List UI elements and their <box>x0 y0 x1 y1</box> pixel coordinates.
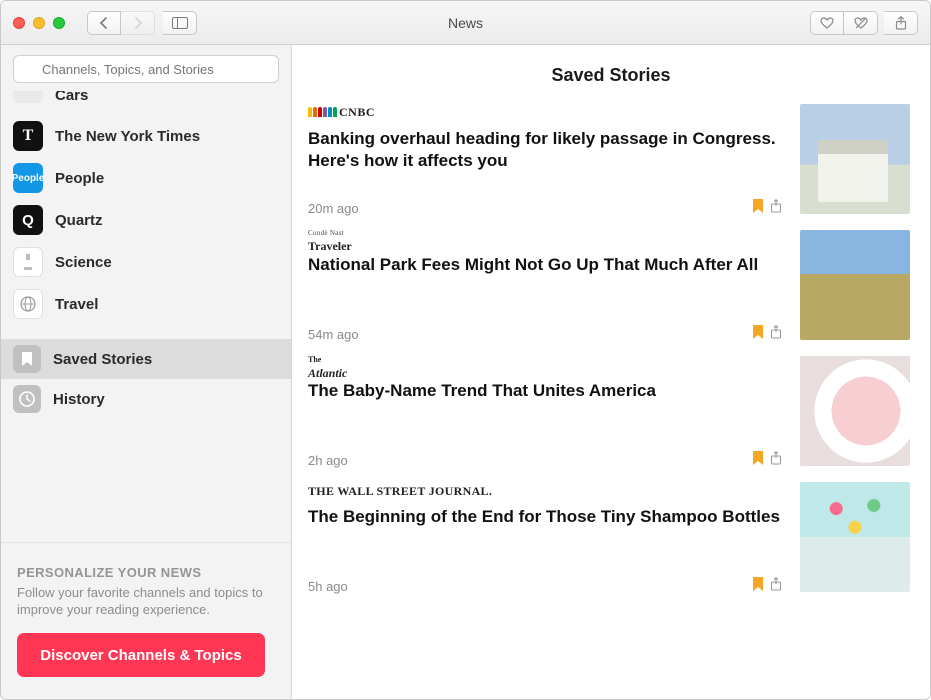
channel-icon: T <box>13 121 43 151</box>
bookmark-icon[interactable] <box>752 577 764 596</box>
bookmark-icon[interactable] <box>752 451 764 470</box>
story-headline: National Park Fees Might Not Go Up That … <box>308 254 782 276</box>
story-list: CNBC Banking overhaul heading for likely… <box>292 104 930 699</box>
back-button[interactable] <box>87 11 121 35</box>
bookmark-icon <box>13 345 41 373</box>
story-headline: Banking overhaul heading for likely pass… <box>308 128 782 172</box>
bookmark-icon[interactable] <box>752 325 764 344</box>
sidebar-item-label: Quartz <box>55 212 103 229</box>
story-thumbnail <box>800 230 910 340</box>
close-window-button[interactable] <box>13 17 25 29</box>
sidebar-item-label: History <box>53 391 105 408</box>
sidebar-item-quartz[interactable]: Q Quartz <box>1 199 291 241</box>
sidebar-item-science[interactable]: Science <box>1 241 291 283</box>
story-item[interactable]: TheAtlantic The Baby-Name Trend That Uni… <box>292 356 930 482</box>
share-icon[interactable] <box>770 577 782 596</box>
sidebar-item-label: Saved Stories <box>53 351 152 368</box>
personalize-title: PERSONALIZE YOUR NEWS <box>17 565 275 580</box>
toggle-sidebar-button[interactable] <box>163 11 197 35</box>
share-icon[interactable] <box>770 451 782 470</box>
titlebar: News <box>1 1 930 45</box>
like-button[interactable] <box>810 11 844 35</box>
story-source: THE WALL STREET JOURNAL. <box>308 482 782 500</box>
personalize-subtitle: Follow your favorite channels and topics… <box>17 584 275 619</box>
sidebar-item-nyt[interactable]: T The New York Times <box>1 115 291 157</box>
sidebar-item-people[interactable]: People People <box>1 157 291 199</box>
content-area: Saved Stories CNBC Bankin <box>292 45 930 699</box>
sidebar-item-saved-stories[interactable]: Saved Stories <box>1 339 291 379</box>
share-icon[interactable] <box>770 325 782 344</box>
channel-icon <box>13 289 43 319</box>
story-timestamp: 54m ago <box>308 327 359 342</box>
sidebar-item-label: Science <box>55 254 112 271</box>
share-button[interactable] <box>884 11 918 35</box>
discover-channels-button[interactable]: Discover Channels & Topics <box>17 633 265 677</box>
story-headline: The Beginning of the End for Those Tiny … <box>308 506 782 528</box>
history-icon <box>13 385 41 413</box>
cnbc-logo-icon <box>308 107 337 117</box>
channel-icon <box>13 247 43 277</box>
minimize-window-button[interactable] <box>33 17 45 29</box>
sidebar-item-label: The New York Times <box>55 128 200 145</box>
story-item[interactable]: Condé NastTraveler National Park Fees Mi… <box>292 230 930 356</box>
channel-icon: People <box>13 163 43 193</box>
channel-icon: Q <box>13 205 43 235</box>
channel-list: Cars T The New York Times People People … <box>1 91 291 542</box>
channel-icon <box>13 91 43 103</box>
search-input[interactable] <box>13 55 279 83</box>
sidebar-item-cars[interactable]: Cars <box>1 91 291 115</box>
story-headline: The Baby-Name Trend That Unites America <box>308 380 782 402</box>
story-timestamp: 2h ago <box>308 453 348 468</box>
story-source: CNBC <box>308 104 782 122</box>
app-window: News <box>0 0 931 700</box>
story-thumbnail <box>800 356 910 466</box>
sidebar-item-label: Cars <box>55 91 88 104</box>
forward-button[interactable] <box>121 11 155 35</box>
sidebar-item-label: Travel <box>55 296 98 313</box>
personalize-panel: PERSONALIZE YOUR NEWS Follow your favori… <box>1 542 291 699</box>
dislike-button[interactable] <box>844 11 878 35</box>
story-thumbnail <box>800 482 910 592</box>
story-item[interactable]: CNBC Banking overhaul heading for likely… <box>292 104 930 230</box>
story-timestamp: 20m ago <box>308 201 359 216</box>
sidebar-item-travel[interactable]: Travel <box>1 283 291 325</box>
maximize-window-button[interactable] <box>53 17 65 29</box>
story-item[interactable]: THE WALL STREET JOURNAL. The Beginning o… <box>292 482 930 608</box>
story-timestamp: 5h ago <box>308 579 348 594</box>
sidebar-item-label: People <box>55 170 104 187</box>
sidebar: Cars T The New York Times People People … <box>1 45 292 699</box>
story-source: TheAtlantic <box>308 356 782 374</box>
window-controls <box>13 17 65 29</box>
share-icon[interactable] <box>770 199 782 218</box>
story-source: Condé NastTraveler <box>308 230 782 248</box>
page-title: Saved Stories <box>292 45 930 104</box>
story-thumbnail <box>800 104 910 214</box>
sidebar-item-history[interactable]: History <box>1 379 291 419</box>
bookmark-icon[interactable] <box>752 199 764 218</box>
